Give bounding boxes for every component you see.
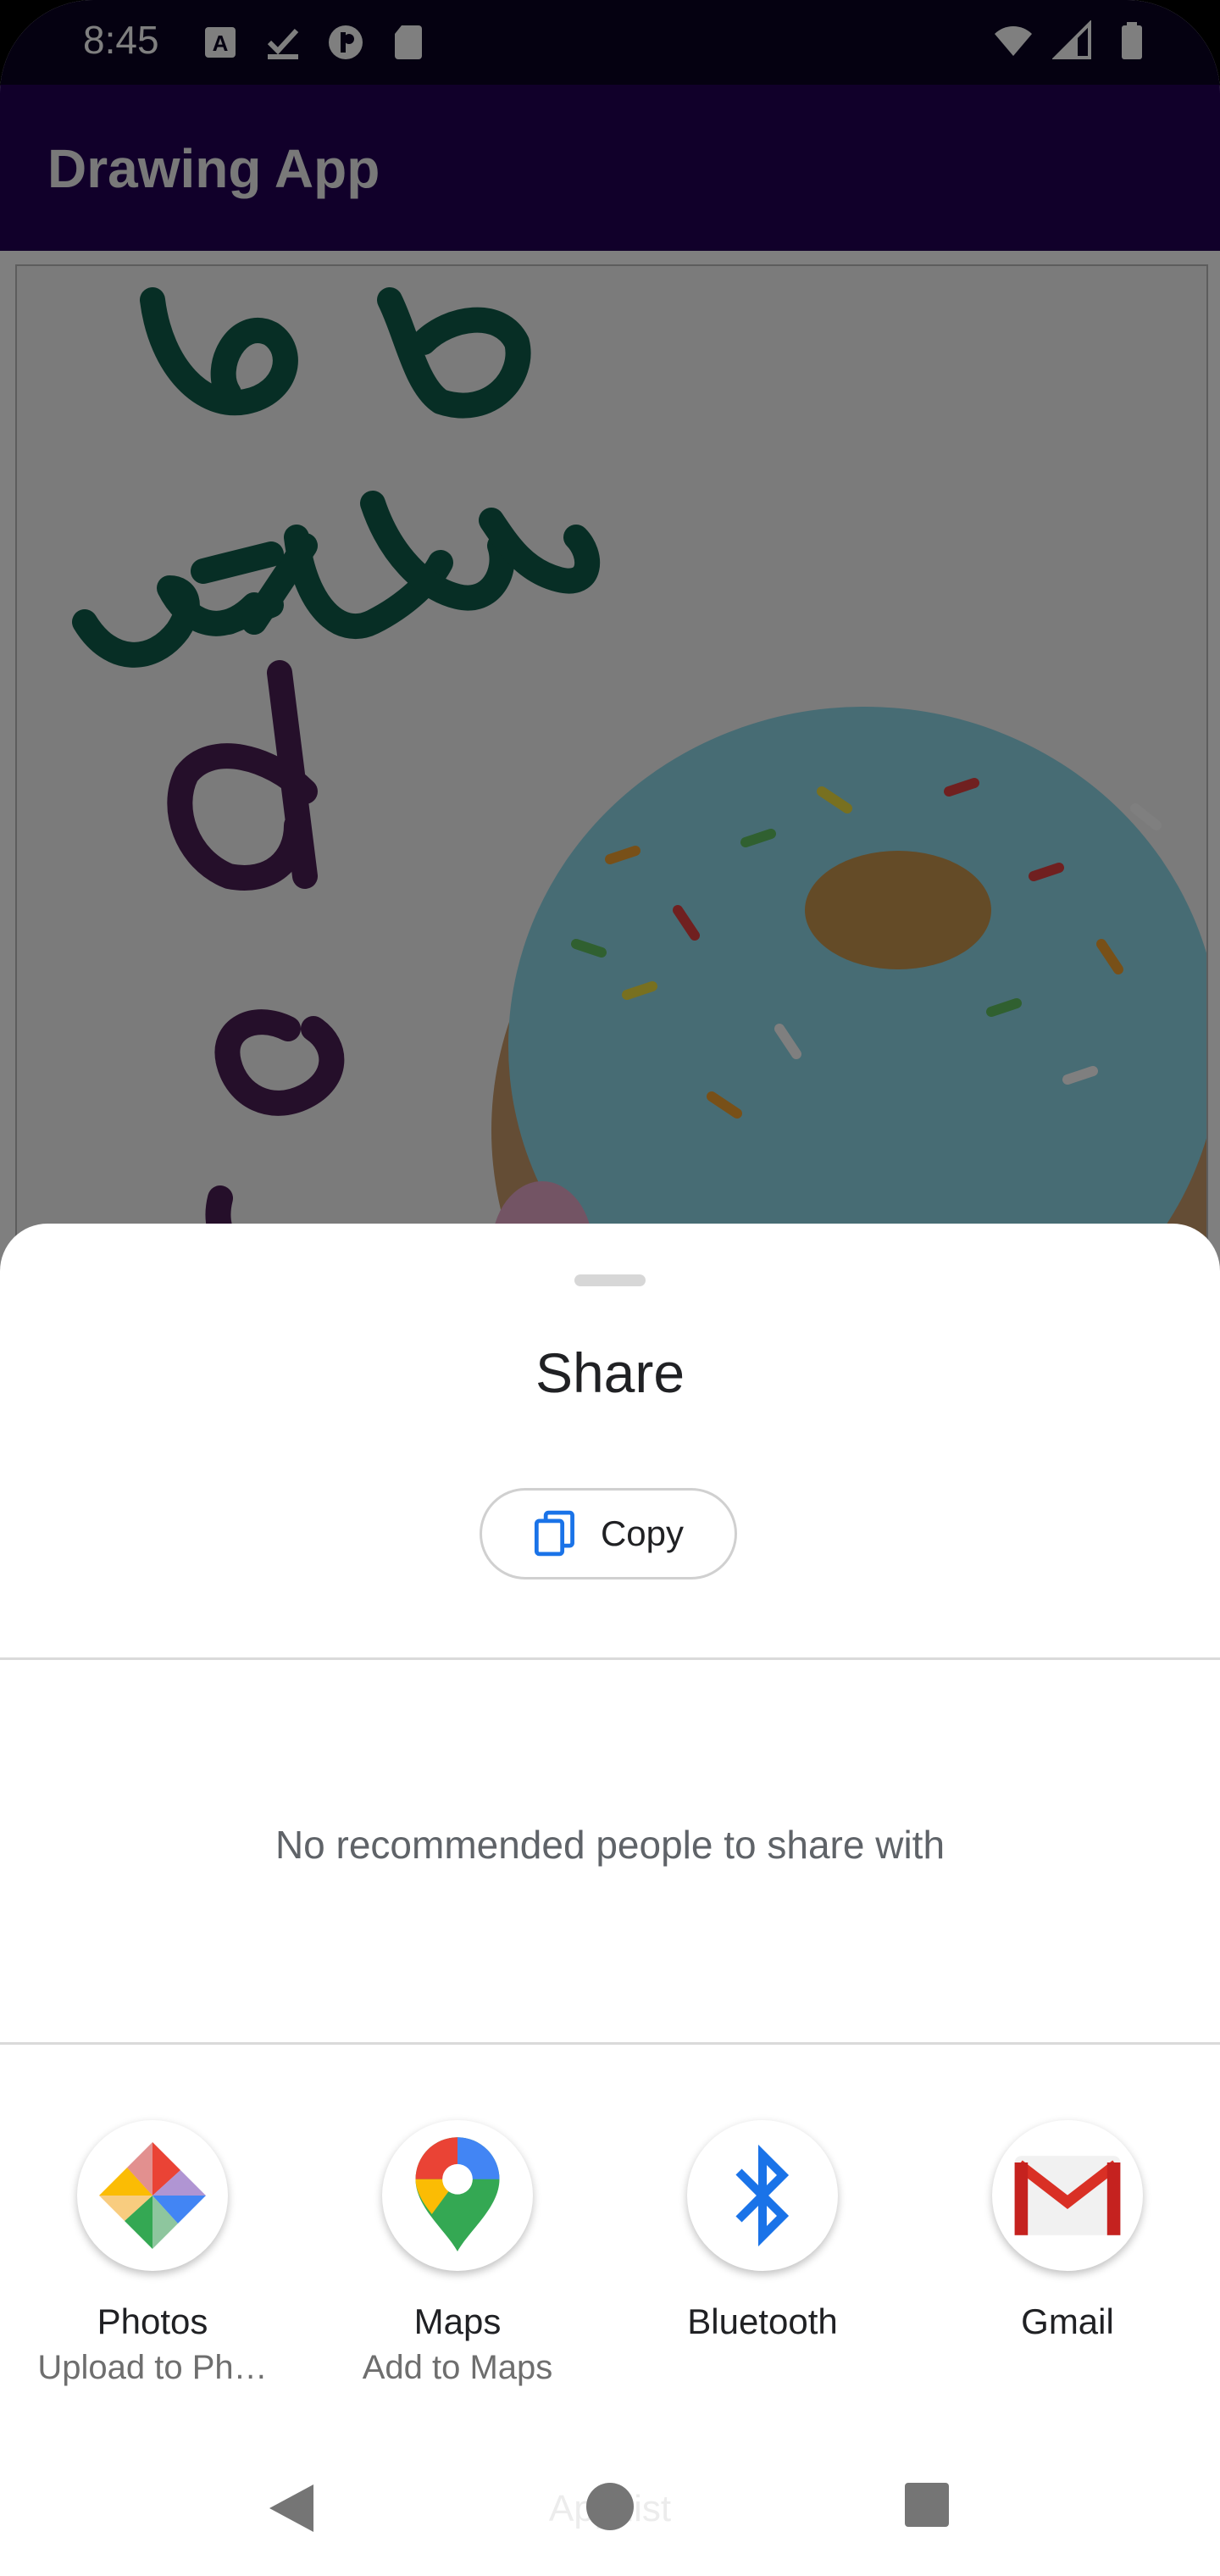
- gmail-label: Gmail: [1021, 2301, 1114, 2341]
- photos-subtitle: Upload to Ph…: [37, 2349, 268, 2386]
- maps-icon-circle: [382, 2120, 533, 2271]
- device-screen: 8:45 A Drawing App: [0, 0, 1220, 2576]
- gmail-icon-circle: [992, 2120, 1143, 2271]
- copy-label: Copy: [600, 1513, 685, 1553]
- divider-bottom: [0, 2042, 1220, 2045]
- bluetooth-label: Bluetooth: [687, 2301, 838, 2341]
- back-icon[interactable]: [266, 2481, 317, 2535]
- maps-subtitle: Add to Maps: [362, 2349, 553, 2386]
- bluetooth-icon-circle: [687, 2120, 838, 2271]
- share-sheet: Share Copy No recommended people to shar…: [0, 1224, 1220, 2576]
- share-target-photos[interactable]: Photos Upload to Ph…: [25, 2120, 280, 2387]
- maps-label: Maps: [413, 2301, 502, 2341]
- divider-top: [0, 1657, 1220, 1660]
- photos-icon: [99, 2142, 206, 2249]
- navigation-bar: App list: [0, 2440, 1220, 2576]
- share-title: Share: [535, 1341, 685, 1404]
- recents-icon[interactable]: [903, 2481, 951, 2529]
- copy-icon: [534, 1510, 574, 1557]
- copy-button[interactable]: Copy: [480, 1488, 737, 1579]
- no-people-message: No recommended people to share with: [274, 1823, 946, 1867]
- drag-handle[interactable]: [574, 1274, 646, 1286]
- share-target-gmail[interactable]: Gmail: [940, 2120, 1195, 2342]
- photos-icon-circle: [77, 2120, 228, 2271]
- share-target-maps[interactable]: Maps Add to Maps: [330, 2120, 585, 2387]
- share-target-bluetooth[interactable]: Bluetooth: [635, 2120, 890, 2342]
- home-icon[interactable]: [585, 2481, 635, 2532]
- maps-icon: [415, 2137, 500, 2251]
- gmail-icon: [1014, 2156, 1121, 2235]
- photos-label: Photos: [97, 2301, 208, 2341]
- bluetooth-icon: [735, 2145, 790, 2246]
